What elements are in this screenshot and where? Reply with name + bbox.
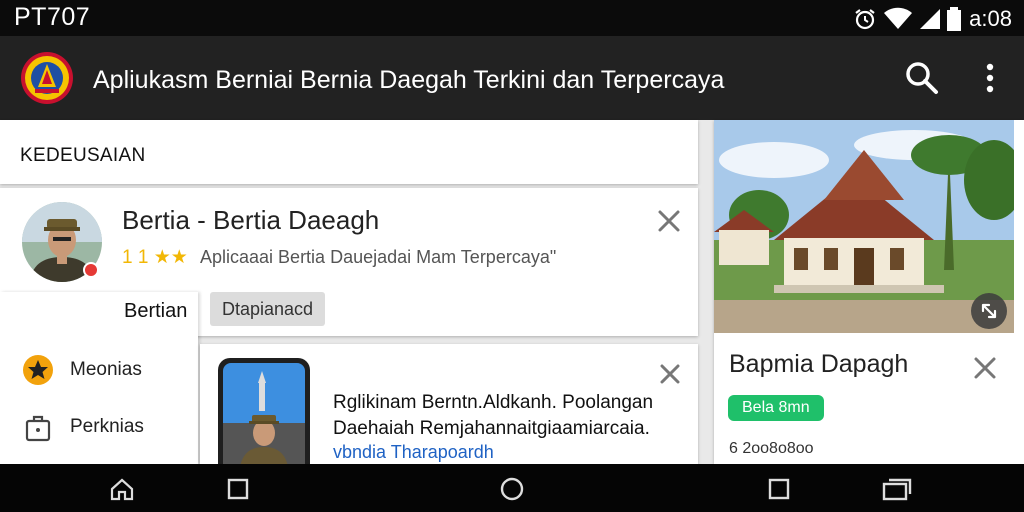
- recents-icon[interactable]: [882, 476, 912, 502]
- category-chip[interactable]: Dtapianacd: [210, 292, 326, 326]
- rating: 1 1 ★★: [122, 246, 188, 269]
- featured-card[interactable]: Bapmia Dapagh Bela 8mn 6 2oo8o8oo: [714, 120, 1024, 464]
- card-subtitle: Aplicaaai Bertia Dauejadai Mam Terpercay…: [200, 247, 557, 267]
- drawer-item-perknias[interactable]: Perknias: [22, 410, 144, 444]
- signal-icon: [920, 9, 941, 29]
- rating-number: 1 1: [122, 247, 149, 268]
- close-icon[interactable]: [656, 208, 682, 234]
- fullscreen-icon[interactable]: [971, 293, 1007, 329]
- home-icon[interactable]: [109, 476, 135, 502]
- news-card-2[interactable]: Rglikinam Berntn.Aldkanh. Poolangan Daeh…: [200, 344, 698, 464]
- card-title[interactable]: Bertia - Bertia Daeagh: [122, 205, 379, 236]
- alarm-icon: [855, 9, 875, 30]
- app-bar: Apliukasm Berniai Bernia Daegah Terkini …: [0, 36, 1024, 120]
- star-icon: [23, 355, 53, 385]
- section-header: KEDEUSAIAN: [0, 120, 698, 184]
- drawer-item-label: Perknias: [70, 416, 144, 437]
- status-icons: a:08: [853, 6, 1012, 32]
- phone-thumbnail: [218, 358, 310, 464]
- app-title: Apliukasm Berniai Bernia Daegah Terkini …: [93, 66, 725, 94]
- featured-title[interactable]: Bapmia Dapagh: [729, 350, 908, 379]
- card-body: Rglikinam Berntn.Aldkanh. Poolangan Daeh…: [333, 392, 654, 439]
- drawer-item-label: Meonias: [70, 359, 142, 380]
- close-icon[interactable]: [658, 362, 682, 386]
- status-badge: Bela 8mn: [728, 395, 824, 421]
- featured-date: 6 2oo8o8oo: [729, 440, 814, 457]
- system-nav-bar: [0, 464, 1024, 512]
- square-icon[interactable]: [766, 476, 792, 502]
- search-icon[interactable]: [904, 60, 940, 96]
- drawer-header: Bertian: [124, 300, 188, 322]
- battery-icon: [947, 7, 962, 31]
- clock-time: a:08: [969, 6, 1012, 31]
- section-title: KEDEUSAIAN: [20, 145, 146, 166]
- circle-icon[interactable]: [499, 476, 525, 502]
- carrier-name: PT707: [14, 3, 91, 31]
- more-vert-icon[interactable]: [976, 60, 1004, 96]
- close-icon[interactable]: [972, 355, 998, 381]
- logo-emblem[interactable]: [20, 51, 74, 105]
- wifi-icon: [884, 7, 913, 29]
- status-dot: [83, 262, 99, 278]
- card-link[interactable]: vbndia Tharapoardh: [333, 442, 494, 463]
- square-icon[interactable]: [225, 476, 251, 502]
- bag-icon: [25, 415, 51, 442]
- app-screen: PT707 a:08 Apliukasm Berniai Bernia Daeg…: [0, 0, 1024, 512]
- rating-stars: ★★: [153, 247, 188, 268]
- house-photo: [714, 120, 1014, 333]
- drawer-item-meonias[interactable]: Meonias: [22, 353, 142, 387]
- status-bar: PT707 a:08: [0, 0, 1024, 36]
